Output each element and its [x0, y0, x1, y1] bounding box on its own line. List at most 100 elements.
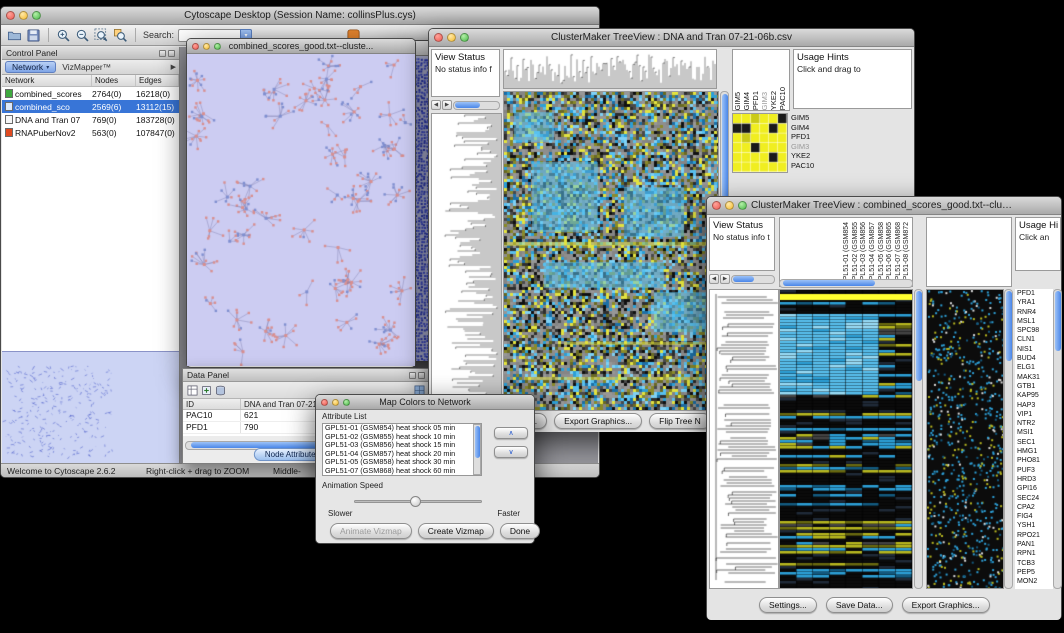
column-header-edges[interactable]: Edges — [136, 75, 179, 86]
gene-label[interactable]: HRD3 — [1015, 475, 1053, 484]
select-attributes-icon[interactable] — [187, 385, 198, 396]
tv2-secondary-vertical-scrollbar[interactable] — [1004, 289, 1013, 589]
column-header-nodes[interactable]: Nodes — [92, 75, 136, 86]
gene-list-scrollbar[interactable] — [1053, 289, 1062, 589]
zoom-selected-icon[interactable] — [113, 28, 128, 43]
tv2-heatmap-pane[interactable] — [779, 289, 913, 589]
gene-label[interactable]: YSH1 — [1015, 521, 1053, 530]
scroll-left-icon[interactable]: ◀ — [431, 100, 441, 110]
tv1-matrix-row-label[interactable]: YKE2 — [791, 151, 814, 161]
tv1-column-label[interactable]: YKE2 — [769, 91, 778, 110]
tab-network[interactable]: Network ▾ — [5, 61, 56, 73]
network-canvas[interactable] — [187, 54, 415, 366]
gene-label[interactable]: YRA1 — [1015, 298, 1053, 307]
gene-label[interactable]: ELG1 — [1015, 363, 1053, 372]
zoom-window-button[interactable] — [738, 201, 747, 210]
open-session-icon[interactable] — [7, 28, 22, 43]
gene-label[interactable]: CPA2 — [1015, 503, 1053, 512]
gene-label[interactable]: MSL1 — [1015, 317, 1053, 326]
tv1-column-dendrogram-pane[interactable] — [503, 49, 717, 89]
gene-label[interactable]: KAP95 — [1015, 391, 1053, 400]
tv1-matrix-row-label[interactable]: GIM5 — [791, 113, 814, 123]
gene-label[interactable]: MAK31 — [1015, 373, 1053, 382]
gene-label[interactable]: HAP3 — [1015, 401, 1053, 410]
tv1-correlation-matrix[interactable] — [732, 113, 788, 173]
tv2-horizontal-scrollbar[interactable]: ◀ ▶ — [709, 273, 775, 285]
gene-label[interactable]: PFD1 — [1015, 289, 1053, 298]
export-graphics-button[interactable]: Export Graphics... — [902, 597, 990, 613]
network-window-titlebar[interactable]: combined_scores_good.txt--cluste... — [187, 39, 415, 54]
done-button[interactable]: Done — [500, 523, 540, 539]
animate-vizmap-button[interactable]: Animate Vizmap — [330, 523, 412, 539]
gene-label[interactable]: SPC98 — [1015, 326, 1053, 335]
tv1-matrix-row-label[interactable]: PAC10 — [791, 161, 814, 171]
zoom-window-button[interactable] — [343, 399, 350, 406]
float-panel-icon[interactable] — [159, 50, 166, 57]
zoom-window-button[interactable] — [214, 43, 221, 50]
tv1-column-label[interactable]: GIM3 — [760, 92, 769, 110]
tv2-row-dendrogram-pane[interactable] — [709, 289, 779, 589]
tv1-column-label[interactable]: PAC10 — [778, 87, 787, 110]
minimize-button[interactable] — [447, 33, 456, 42]
data-panel-header[interactable]: Data Panel — [183, 369, 429, 382]
move-attribute-down-button[interactable]: ∨ — [494, 446, 528, 458]
scroll-left-icon[interactable]: ◀ — [709, 274, 719, 284]
minimize-button[interactable] — [19, 11, 28, 20]
gene-label[interactable]: CLN1 — [1015, 335, 1053, 344]
flip-tree-n-button[interactable]: Flip Tree N — [649, 413, 711, 429]
slider-thumb[interactable] — [410, 496, 421, 507]
move-attribute-up-button[interactable]: ∧ — [494, 427, 528, 439]
gene-label[interactable]: SEC24 — [1015, 494, 1053, 503]
close-button[interactable] — [6, 11, 15, 20]
gene-label[interactable]: NIS1 — [1015, 345, 1053, 354]
gene-label[interactable]: MON2 — [1015, 577, 1053, 586]
treeview1-titlebar[interactable]: ClusterMaker TreeView : DNA and Tran 07-… — [429, 29, 914, 47]
create-vizmap-button[interactable]: Create Vizmap — [418, 523, 494, 539]
settings-button[interactable]: Settings... — [759, 597, 817, 613]
gene-label[interactable]: TCB3 — [1015, 559, 1053, 568]
minimize-button[interactable] — [203, 43, 210, 50]
tv2-heatmap-scrollbar[interactable] — [779, 277, 913, 289]
control-panel-header[interactable]: Control Panel — [2, 47, 179, 60]
network-table-row[interactable]: combined_scores2764(0)16218(0) — [2, 87, 179, 100]
network-table-row[interactable]: DNA and Tran 07769(0)183728(0) — [2, 113, 179, 126]
map-colors-dialog[interactable]: Map Colors to Network Attribute List GPL… — [315, 394, 535, 544]
gene-label[interactable]: RPN1 — [1015, 549, 1053, 558]
gene-label[interactable]: VIP1 — [1015, 410, 1053, 419]
tv1-matrix-row-label[interactable]: GIM3 — [791, 142, 814, 152]
attribute-store-icon[interactable] — [215, 385, 226, 396]
animation-speed-slider[interactable] — [354, 500, 482, 503]
minimize-button[interactable] — [725, 201, 734, 210]
gene-label[interactable]: MSI1 — [1015, 428, 1053, 437]
zoom-window-button[interactable] — [32, 11, 41, 20]
gene-label[interactable]: HMG1 — [1015, 447, 1053, 456]
tv1-column-label[interactable]: PFD1 — [751, 91, 760, 110]
gene-label[interactable]: PUF3 — [1015, 466, 1053, 475]
tv1-heatmap-pane[interactable] — [503, 91, 719, 411]
gene-label[interactable]: NTR2 — [1015, 419, 1053, 428]
gene-label[interactable]: PEP5 — [1015, 568, 1053, 577]
close-button[interactable] — [321, 399, 328, 406]
zoom-out-icon[interactable] — [75, 28, 90, 43]
gene-label[interactable]: GPI16 — [1015, 484, 1053, 493]
attribute-listbox[interactable]: GPL51-01 (GSM854) heat shock 05 minGPL51… — [322, 423, 482, 476]
attribute-list-scrollbar[interactable] — [473, 424, 481, 475]
save-session-icon[interactable] — [26, 28, 41, 43]
treeview2-titlebar[interactable]: ClusterMaker TreeView : combined_scores_… — [707, 197, 1061, 215]
close-panel-icon[interactable] — [168, 50, 175, 57]
zoom-in-icon[interactable] — [56, 28, 71, 43]
create-attribute-icon[interactable] — [201, 385, 212, 396]
tab-overflow-icon[interactable]: ▶ — [171, 63, 176, 71]
gene-label[interactable]: RPO21 — [1015, 531, 1053, 540]
tv1-column-label[interactable]: GIM4 — [742, 92, 751, 110]
save-data-button[interactable]: Save Data... — [826, 597, 893, 613]
gene-label[interactable]: FIG4 — [1015, 512, 1053, 521]
network-table-row[interactable]: combined_sco2569(6)13112(15) — [2, 100, 179, 113]
tv2-vertical-scrollbar[interactable] — [914, 289, 923, 589]
close-button[interactable] — [434, 33, 443, 42]
column-header-id[interactable]: ID — [183, 399, 241, 409]
attribute-list-item[interactable]: GPL51-07 (GSM868) heat shock 60 min — [323, 467, 481, 476]
tv1-matrix-row-label[interactable]: GIM4 — [791, 123, 814, 133]
minimize-button[interactable] — [332, 399, 339, 406]
network-table-row[interactable]: RNAPuberNov2563(0)107847(0) — [2, 126, 179, 139]
